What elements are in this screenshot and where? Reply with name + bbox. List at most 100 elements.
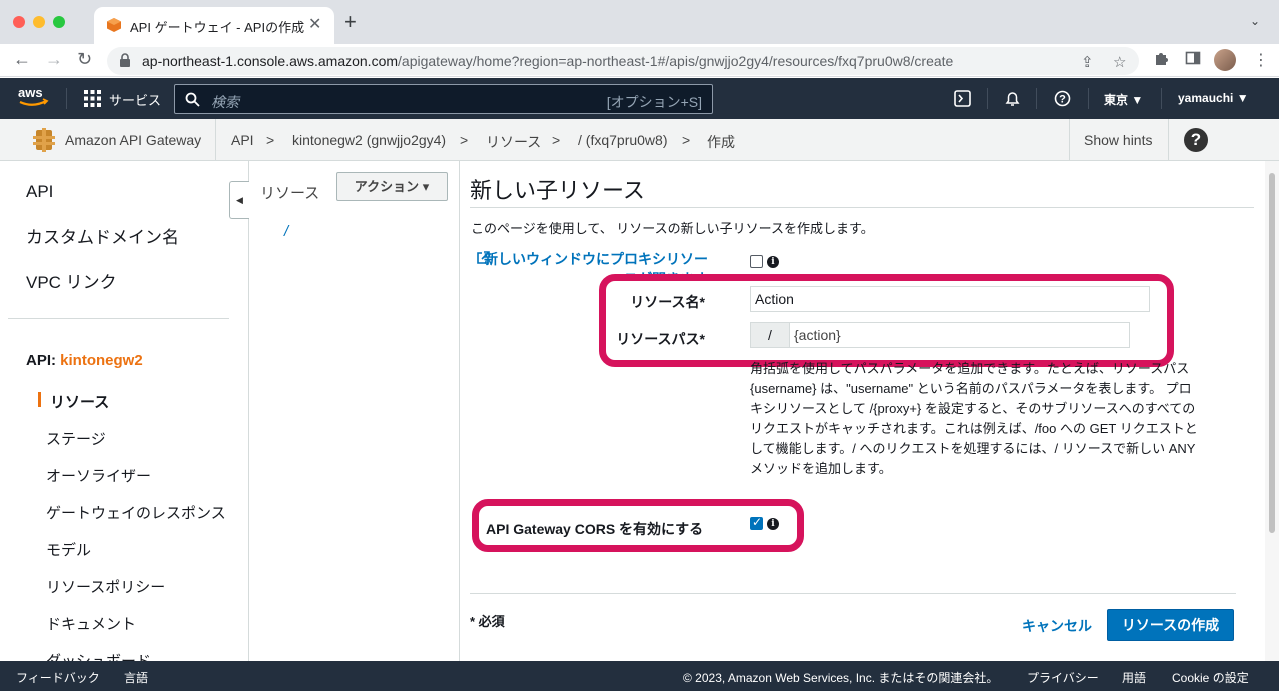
terms-link[interactable]: 用語 [1122, 669, 1146, 686]
breadcrumb-divider [215, 119, 216, 161]
resource-path-label: リソースパス* [616, 331, 705, 347]
page-title: 新しい子リソース [470, 178, 645, 203]
resource-name-label: リソース名* [630, 294, 705, 310]
help-icon[interactable]: ? [1184, 128, 1208, 152]
share-icon[interactable]: ⇪ [1081, 53, 1094, 71]
cloudshell-icon[interactable] [954, 90, 971, 107]
breadcrumb-divider [1168, 119, 1169, 161]
sidebar-item-custom-domains[interactable]: カスタムドメイン名 [26, 223, 179, 248]
breadcrumb-api-name[interactable]: kintonegw2 (gnwjjo2gy4) [292, 132, 446, 148]
services-menu[interactable]: サービス [109, 90, 161, 109]
profile-avatar[interactable] [1214, 49, 1236, 71]
sidebar-collapse-button[interactable]: ◀ [229, 181, 249, 219]
nav-divider [1161, 88, 1162, 109]
sidebar: API カスタムドメイン名 VPC リンク API: kintonegw2 リソ… [0, 161, 249, 670]
sidebar-item-stages[interactable]: ステージ [46, 428, 106, 449]
page-scrollbar[interactable] [1265, 161, 1279, 661]
window-zoom-button[interactable] [53, 16, 65, 28]
privacy-link[interactable]: プライバシー [1027, 669, 1099, 686]
sidebar-item-models[interactable]: モデル [46, 539, 91, 560]
search-icon [185, 92, 200, 107]
window-minimize-button[interactable] [33, 16, 45, 28]
api-gateway-favicon-icon [107, 18, 121, 32]
bookmark-star-icon[interactable]: ☆ [1113, 53, 1126, 71]
breadcrumb-resource-id[interactable]: / (fxq7pru0w8) [578, 132, 667, 148]
page-description: このページを使用して、 リソースの新しい子リソースを作成します。 [471, 221, 874, 236]
browser-tab-bar: API ゲートウェイ - APIの作成 ✕ + ⌄ [0, 0, 1279, 44]
resource-path-help-text: 角括弧を使用してパスパラメータを追加できます。たとえば、リソースパス {user… [750, 361, 1198, 476]
cors-label: API Gateway CORS を有効にする [486, 521, 704, 537]
sidebar-item-resources[interactable]: リソース [50, 391, 109, 412]
tab-close-icon[interactable]: ✕ [308, 14, 321, 34]
sidebar-item-documentation[interactable]: ドキュメント [46, 613, 136, 634]
resource-tree-panel: リソース アクション ▾ / [250, 161, 460, 661]
console-search-input[interactable]: 検索 [オプション+S] [174, 84, 713, 114]
cookie-settings-link[interactable]: Cookie の設定 [1172, 669, 1249, 686]
actions-dropdown-button[interactable]: アクション ▾ [336, 172, 448, 201]
aws-logo[interactable]: aws [18, 85, 50, 109]
reload-icon[interactable]: ↻ [77, 49, 92, 70]
tab-search-chevron-icon[interactable]: ⌄ [1250, 14, 1260, 28]
tree-root-resource[interactable]: / [284, 223, 288, 240]
window-close-button[interactable] [13, 16, 25, 28]
breadcrumb-separator: > [682, 132, 691, 148]
browser-toolbar: ← → ↻ ap-northeast-1.console.aws.amazon.… [0, 44, 1279, 77]
search-placeholder: 検索 [211, 94, 239, 110]
tab-title: API ゲートウェイ - APIの作成 [130, 20, 305, 35]
support-help-icon[interactable]: ? [1054, 90, 1071, 107]
notifications-bell-icon[interactable] [1004, 90, 1021, 107]
breadcrumb-resources[interactable]: リソース [486, 132, 541, 152]
extensions-puzzle-icon[interactable] [1153, 50, 1169, 66]
proxy-resource-checkbox[interactable] [750, 255, 763, 268]
svg-text:?: ? [1059, 94, 1066, 106]
resource-path-input[interactable]: {action} [790, 322, 1130, 348]
form-divider [470, 593, 1236, 594]
browser-menu-icon[interactable]: ⋮ [1253, 50, 1269, 70]
breadcrumb-api[interactable]: API [231, 132, 254, 148]
url-text: ap-northeast-1.console.aws.amazon.com/ap… [142, 53, 954, 69]
sidebar-api-heading: API: kintonegw2 [26, 352, 143, 369]
sidebar-item-gateway-responses[interactable]: ゲートウェイのレスポンス [46, 502, 226, 523]
sidebar-item-resource-policy[interactable]: リソースポリシー [46, 576, 165, 597]
side-panel-icon[interactable] [1185, 50, 1201, 66]
back-arrow-icon[interactable]: ← [13, 49, 31, 70]
new-tab-icon[interactable]: + [344, 9, 357, 35]
nav-divider [987, 88, 988, 109]
active-indicator [38, 392, 41, 407]
service-home-link[interactable]: Amazon API Gateway [65, 132, 201, 148]
create-resource-form: 新しい子リソース このページを使用して、 リソースの新しい子リソースを作成します… [460, 161, 1265, 661]
info-icon[interactable]: i [767, 256, 779, 268]
required-note: * 必須 [470, 614, 505, 629]
region-selector[interactable]: 東京 ▼ [1104, 91, 1143, 108]
resource-tree-title: リソース [260, 185, 320, 202]
proxy-resource-link[interactable]: 新しいウィンドウにプロキシリソースが開きます [476, 249, 708, 275]
aws-top-nav: aws サービス 検索 [オプション+S] ? 東京 ▼ yamauchi ▼ [0, 78, 1279, 119]
breadcrumb-separator: > [460, 132, 469, 148]
services-grid-icon[interactable] [84, 90, 101, 107]
sidebar-item-api[interactable]: API [26, 182, 53, 202]
scrollbar-thumb[interactable] [1269, 173, 1275, 533]
sidebar-item-vpc-links[interactable]: VPC リンク [26, 268, 117, 293]
nav-divider [1088, 88, 1089, 109]
lock-icon [120, 53, 130, 67]
forward-arrow-icon[interactable]: → [45, 49, 63, 70]
copyright-text: © 2023, Amazon Web Services, Inc. またはその関… [683, 671, 999, 685]
show-hints-button[interactable]: Show hints [1084, 132, 1152, 148]
breadcrumb-separator: > [552, 132, 561, 148]
sidebar-item-authorizers[interactable]: オーソライザー [46, 465, 151, 486]
browser-tab[interactable]: API ゲートウェイ - APIの作成 ✕ [94, 7, 334, 44]
console-footer: フィードバック 言語 © 2023, Amazon Web Services, … [0, 661, 1279, 691]
cors-checkbox[interactable] [750, 515, 763, 530]
account-menu[interactable]: yamauchi ▼ [1178, 91, 1249, 105]
language-link[interactable]: 言語 [124, 669, 148, 686]
address-bar[interactable]: ap-northeast-1.console.aws.amazon.com/ap… [107, 47, 1139, 75]
feedback-link[interactable]: フィードバック [16, 669, 100, 686]
breadcrumb-create: 作成 [707, 134, 735, 150]
cancel-button[interactable]: キャンセル [1022, 616, 1092, 636]
create-resource-button[interactable]: リソースの作成 [1107, 609, 1234, 641]
sidebar-divider [8, 318, 229, 319]
resource-name-input[interactable]: Action [750, 286, 1150, 312]
breadcrumb: Amazon API Gateway API > kintonegw2 (gnw… [0, 119, 1279, 161]
search-shortcut-hint: [オプション+S] [606, 94, 702, 110]
info-icon[interactable]: i [767, 518, 779, 530]
